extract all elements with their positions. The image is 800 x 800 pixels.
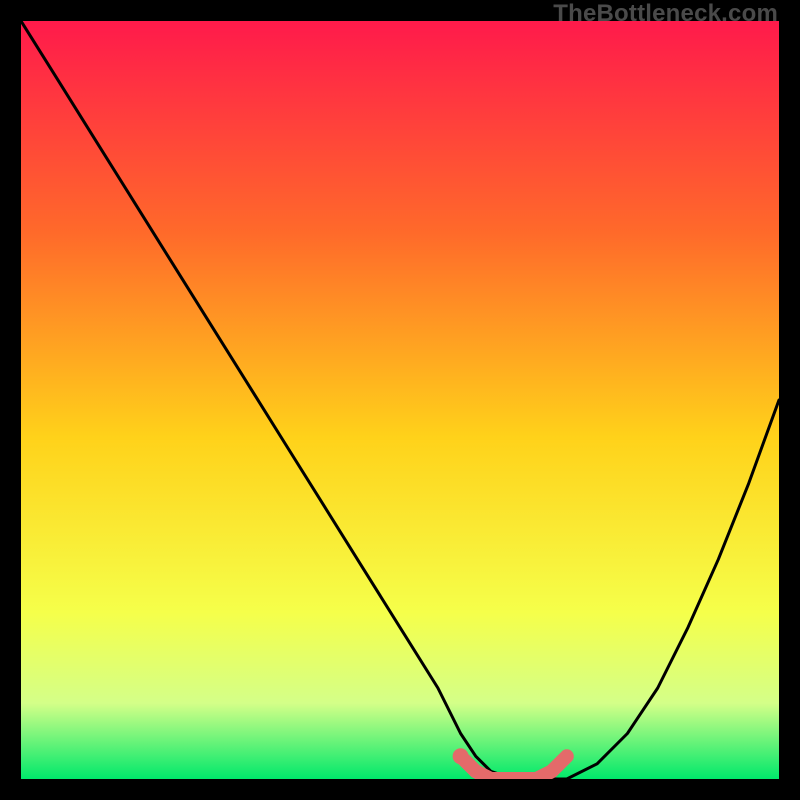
chart-background-gradient (21, 21, 779, 779)
chart-plot-area (21, 21, 779, 779)
watermark-text: TheBottleneck.com (553, 0, 778, 28)
chart-svg (21, 21, 779, 779)
optimal-highlight-start-dot (453, 748, 469, 764)
chart-stage: TheBottleneck.com (0, 0, 800, 800)
